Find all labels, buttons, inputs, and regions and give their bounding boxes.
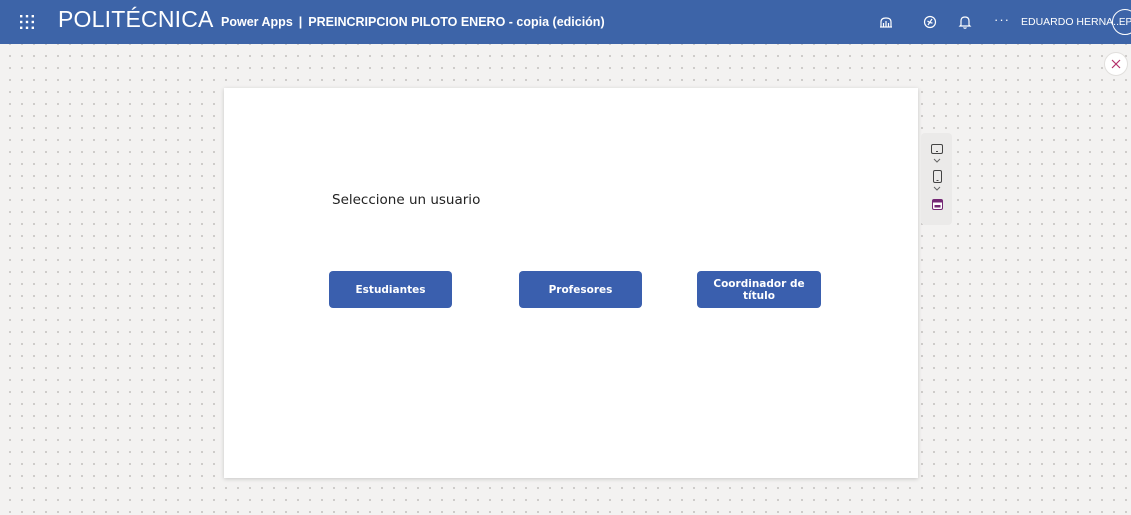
copilot-icon[interactable]: [876, 12, 896, 32]
document-title: PREINCRIPCION PILOTO ENERO - copia (edic…: [308, 15, 605, 29]
app-title: Power Apps | PREINCRIPCION PILOTO ENERO - …: [221, 15, 605, 29]
notifications-icon[interactable]: [955, 12, 975, 32]
top-bar: POLITÉCNICA Power Apps | PREINCRIPCION PIL…: [0, 0, 1131, 44]
phone-view-icon[interactable]: [930, 170, 944, 183]
settings-icon[interactable]: [920, 12, 940, 32]
layout-toolbar: [921, 133, 952, 225]
more-icon[interactable]: ···: [994, 12, 1010, 27]
select-user-label: Seleccione un usuario: [332, 192, 481, 208]
app-launcher-icon[interactable]: [19, 14, 35, 30]
product-name[interactable]: Power Apps: [221, 15, 293, 29]
teachers-button[interactable]: Profesores: [519, 271, 642, 308]
coordinator-button[interactable]: Coordinador de título: [697, 271, 821, 308]
app-screen[interactable]: Seleccione un usuario Estudiantes Profes…: [224, 88, 918, 478]
chevron-down-icon[interactable]: [932, 186, 942, 192]
brand-logo: POLITÉCNICA: [58, 6, 214, 32]
chevron-down-icon[interactable]: [932, 158, 942, 164]
tablet-view-icon[interactable]: [930, 143, 944, 155]
close-button[interactable]: [1104, 52, 1128, 76]
user-name[interactable]: EDUARDO HERNA...: [1021, 16, 1122, 28]
avatar[interactable]: EP: [1112, 9, 1131, 35]
close-icon: [1111, 59, 1121, 69]
title-separator: |: [298, 15, 303, 29]
students-button[interactable]: Estudiantes: [329, 271, 452, 308]
calendar-view-icon[interactable]: [930, 198, 944, 210]
